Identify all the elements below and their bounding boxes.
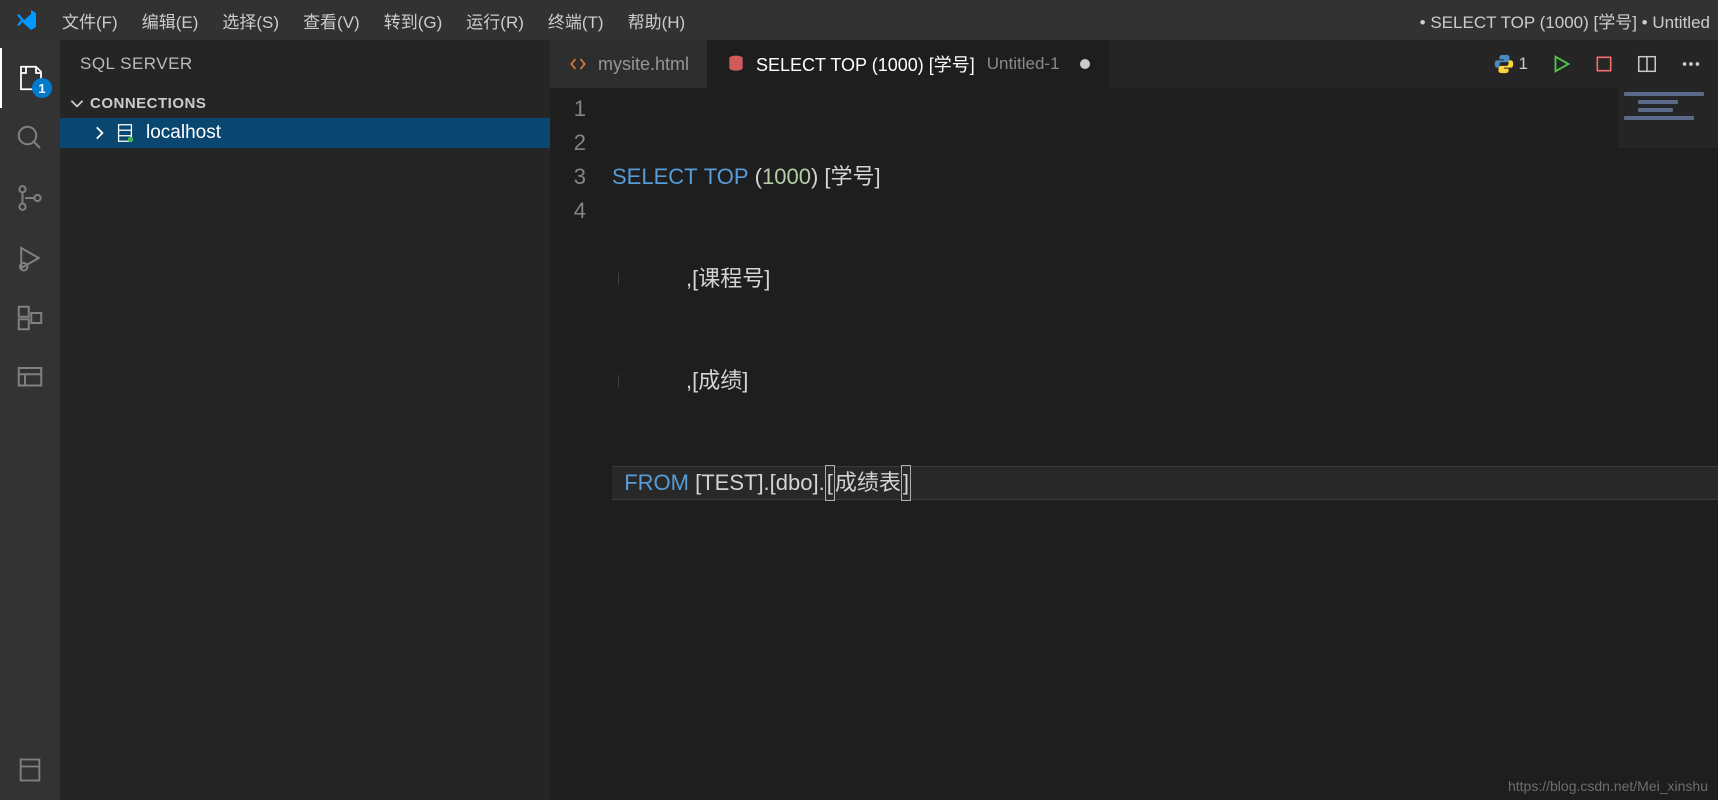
menu-file[interactable]: 文件(F) — [50, 4, 130, 37]
activity-search[interactable] — [0, 108, 60, 168]
watermark: https://blog.csdn.net/Mei_xinshu — [1508, 778, 1708, 794]
connection-localhost[interactable]: localhost — [60, 118, 550, 148]
menu-help[interactable]: 帮助(H) — [616, 4, 698, 37]
activity-extensions[interactable] — [0, 288, 60, 348]
menu-selection[interactable]: 选择(S) — [210, 4, 291, 37]
connection-label: localhost — [146, 122, 221, 144]
activity-source-control[interactable] — [0, 168, 60, 228]
minimap[interactable] — [1618, 88, 1718, 148]
editor-actions: 1 — [1477, 40, 1718, 88]
code-content[interactable]: SELECT TOP (1000) [学号] ,[课程号] ,[成绩] FROM… — [600, 88, 1718, 800]
server-icon — [114, 122, 136, 144]
tab-mysite[interactable]: mysite.html — [550, 40, 708, 88]
stop-button[interactable] — [1594, 54, 1614, 74]
menu-view[interactable]: 查看(V) — [291, 4, 372, 37]
chevron-right-icon — [90, 124, 108, 142]
tab-label: mysite.html — [598, 54, 689, 75]
title-bar: 文件(F) 编辑(E) 选择(S) 查看(V) 转到(G) 运行(R) 终端(T… — [0, 0, 1718, 40]
database-icon — [726, 54, 746, 74]
line-number: 1 — [550, 92, 586, 126]
vscode-logo-icon — [14, 8, 38, 32]
activity-run-debug[interactable] — [0, 228, 60, 288]
sidebar-title: SQL SERVER — [60, 40, 550, 88]
tab-sql-query[interactable]: SELECT TOP (1000) [学号] Untitled-1 — [708, 40, 1109, 88]
split-editor-button[interactable] — [1636, 53, 1658, 75]
menu-run[interactable]: 运行(R) — [454, 4, 536, 37]
menu-edit[interactable]: 编辑(E) — [130, 4, 211, 37]
code-line: ,[成绩] — [612, 364, 1718, 398]
activity-bar: 1 — [0, 40, 60, 800]
activity-explorer[interactable]: 1 — [0, 48, 60, 108]
main-area: 1 SQL SERVER CONNECTIONS — [0, 40, 1718, 800]
window-title: • SELECT TOP (1000) [学号] • Untitled — [1420, 8, 1710, 33]
line-number: 4 — [550, 194, 586, 228]
editor-tabs: mysite.html SELECT TOP (1000) [学号] Untit… — [550, 40, 1718, 88]
sidebar: SQL SERVER CONNECTIONS localhost — [60, 40, 550, 800]
python-interpreter-button[interactable]: 1 — [1493, 53, 1528, 75]
section-label: CONNECTIONS — [90, 95, 206, 112]
code-line: FROM [TEST].[dbo].[成绩表] — [612, 466, 1718, 500]
interpreter-count: 1 — [1519, 54, 1528, 74]
menu-terminal[interactable]: 终端(T) — [536, 4, 616, 37]
section-connections[interactable]: CONNECTIONS — [60, 88, 550, 118]
explorer-badge: 1 — [32, 78, 52, 98]
menu-go[interactable]: 转到(G) — [372, 4, 455, 37]
code-editor[interactable]: 1 2 3 4 SELECT TOP (1000) [学号] ,[课程号] ,[… — [550, 88, 1718, 800]
line-number: 3 — [550, 160, 586, 194]
tab-label: SELECT TOP (1000) [学号] — [756, 51, 975, 77]
code-line: ,[课程号] — [612, 262, 1718, 296]
activity-bottom[interactable] — [0, 740, 60, 800]
html-icon — [568, 54, 588, 74]
run-button[interactable] — [1550, 53, 1572, 75]
tab-description: Untitled-1 — [987, 54, 1060, 74]
activity-sql-server[interactable] — [0, 348, 60, 408]
more-actions-button[interactable] — [1680, 53, 1702, 75]
line-number: 2 — [550, 126, 586, 160]
line-gutter: 1 2 3 4 — [550, 88, 600, 800]
dirty-indicator-icon — [1080, 59, 1090, 69]
code-line: SELECT TOP (1000) [学号] — [612, 160, 1718, 194]
editor-group: mysite.html SELECT TOP (1000) [学号] Untit… — [550, 40, 1718, 800]
chevron-down-icon — [68, 94, 86, 112]
